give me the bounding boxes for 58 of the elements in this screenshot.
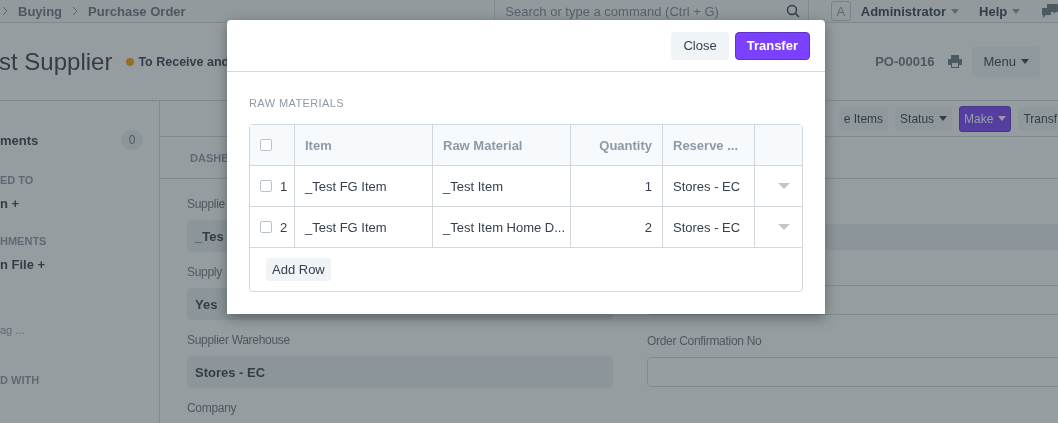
- checkbox[interactable]: [260, 180, 272, 192]
- help-menu[interactable]: Help: [979, 3, 1021, 19]
- chevron-right-icon: [72, 6, 79, 16]
- menu-button[interactable]: Menu: [972, 46, 1040, 77]
- table-cell: _Test Item: [433, 166, 571, 206]
- field-label: Supplie: [187, 197, 225, 211]
- caret-icon: [951, 8, 959, 14]
- document-name: PO-00016: [875, 54, 935, 69]
- caret-icon: [1012, 8, 1021, 14]
- status-dot: [126, 57, 135, 66]
- toolbar-button[interactable]: Make: [959, 105, 1012, 132]
- count-badge: 0: [121, 130, 143, 150]
- table-cell: _Test FG Item: [295, 166, 433, 206]
- field-label: Order Confirmation No: [647, 334, 762, 348]
- column-header: Item: [295, 125, 433, 165]
- search-icon: [786, 4, 800, 18]
- transfer-button[interactable]: Transfer: [734, 31, 810, 60]
- breadcrumb-link[interactable]: Purchase Order: [88, 3, 186, 19]
- caret-icon: [1021, 59, 1029, 64]
- sidebar-link[interactable]: n File +: [0, 257, 159, 272]
- sidebar-heading: ED TO: [0, 174, 35, 186]
- toolbar-button[interactable]: Status: [895, 106, 953, 131]
- caret-icon: [939, 116, 948, 121]
- row-number: 1: [280, 178, 288, 194]
- breadcrumb-link[interactable]: Buying: [18, 3, 63, 19]
- sidebar-link[interactable]: n +: [0, 196, 159, 211]
- checkbox[interactable]: [260, 221, 272, 233]
- row-menu-caret-icon[interactable]: [778, 183, 790, 189]
- close-button[interactable]: Close: [671, 31, 729, 60]
- row-menu-caret-icon[interactable]: [778, 224, 790, 230]
- table-cell: _Test Item Home D...: [433, 207, 571, 247]
- user-menu[interactable]: Administrator: [860, 3, 959, 19]
- checkbox[interactable]: [260, 139, 272, 151]
- column-header: Raw Material: [433, 125, 571, 165]
- sidebar-link[interactable]: ments: [0, 132, 39, 148]
- field-label: Company: [187, 401, 237, 415]
- print-icon[interactable]: [948, 55, 963, 68]
- table-cell: 1: [571, 166, 663, 206]
- sidebar-heading: HMENTS: [0, 235, 48, 247]
- table-cell: 2: [571, 207, 663, 247]
- section-heading: RAW MATERIALS: [249, 97, 346, 109]
- column-header: Quantity: [571, 125, 663, 165]
- page-title: st Supplier: [0, 47, 113, 76]
- column-header: Reserve ...: [663, 125, 755, 165]
- table-cell: Stores - EC: [663, 166, 755, 206]
- chat-icon[interactable]: [1042, 4, 1058, 18]
- add-row-button[interactable]: Add Row: [266, 258, 331, 281]
- table-cell: Stores - EC: [663, 207, 755, 247]
- sidebar-heading: D WITH: [0, 374, 41, 386]
- toolbar-button[interactable]: Transf: [1018, 106, 1057, 131]
- table-cell: _Test FG Item: [295, 207, 433, 247]
- row-number: 2: [280, 219, 288, 235]
- field-label: Supply: [187, 265, 222, 279]
- chevron-right-icon: [2, 6, 8, 16]
- toolbar-button[interactable]: e Items: [838, 106, 889, 131]
- read-only-field: Stores - EC: [187, 356, 613, 388]
- caret-icon: [998, 116, 1007, 121]
- field-label: Supplier Warehouse: [187, 333, 290, 347]
